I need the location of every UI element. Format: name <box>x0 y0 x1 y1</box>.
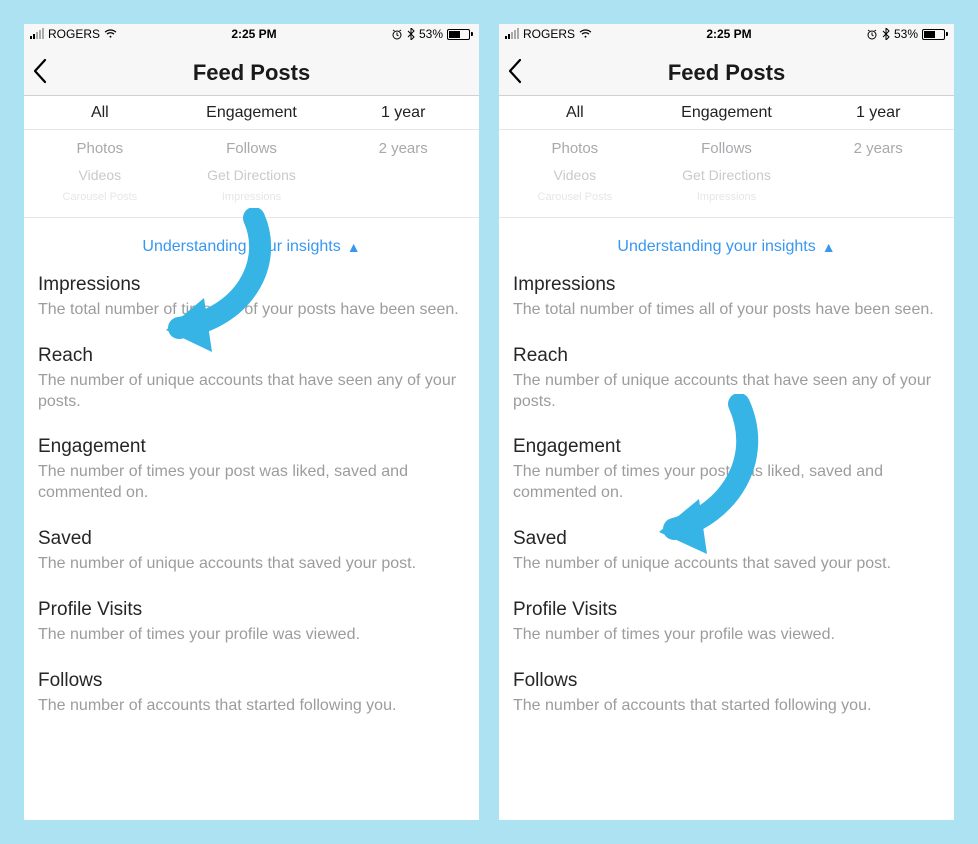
definition-title: Impressions <box>38 274 465 296</box>
clock-time: 2:25 PM <box>231 27 276 41</box>
filters-row[interactable]: All Engagement 1 year <box>499 96 954 130</box>
definition-desc: The number of times your profile was vie… <box>38 625 465 646</box>
definition-follows: Follows The number of accounts that star… <box>513 670 940 717</box>
definition-saved: Saved The number of unique accounts that… <box>513 528 940 575</box>
definition-title: Impressions <box>513 274 940 296</box>
battery-percent: 53% <box>419 27 443 41</box>
picker-option[interactable]: 2 years <box>327 140 479 157</box>
filter-type[interactable]: All <box>24 104 176 122</box>
page-title: Feed Posts <box>193 60 310 86</box>
definition-desc: The number of times your post was liked,… <box>38 462 465 504</box>
definition-desc: The number of unique accounts that saved… <box>38 554 465 575</box>
definition-title: Saved <box>513 528 940 550</box>
clock-time: 2:25 PM <box>706 27 751 41</box>
bluetooth-icon <box>882 28 890 40</box>
definition-desc: The total number of times all of your po… <box>38 300 465 321</box>
definition-engagement: Engagement The number of times your post… <box>38 436 465 504</box>
back-button[interactable] <box>32 58 48 84</box>
definition-title: Profile Visits <box>513 599 940 621</box>
picker-option[interactable]: Photos <box>24 140 176 157</box>
status-bar: ROGERS 2:25 PM 53% <box>499 24 954 44</box>
nav-header: Feed Posts <box>499 44 954 96</box>
definition-profile-visits: Profile Visits The number of times your … <box>38 599 465 646</box>
definition-title: Engagement <box>38 436 465 458</box>
definition-desc: The number of unique accounts that have … <box>38 371 465 413</box>
definition-title: Profile Visits <box>38 599 465 621</box>
definition-engagement: Engagement The number of times your post… <box>513 436 940 504</box>
battery-icon <box>447 29 473 40</box>
wifi-icon <box>579 29 592 39</box>
definition-impressions: Impressions The total number of times al… <box>513 274 940 321</box>
picker-option[interactable]: Videos <box>499 167 651 183</box>
picker-option[interactable]: 2 years <box>802 140 954 157</box>
phone-screenshot-left: ROGERS 2:25 PM 53% Feed Posts All Engage <box>24 24 479 820</box>
definition-desc: The number of accounts that started foll… <box>38 696 465 717</box>
picker-option[interactable]: Carousel Posts <box>499 191 651 203</box>
battery-icon <box>922 29 948 40</box>
back-button[interactable] <box>507 58 523 84</box>
alarm-icon <box>391 28 403 40</box>
definition-reach: Reach The number of unique accounts that… <box>38 345 465 413</box>
definition-title: Reach <box>38 345 465 367</box>
picker-option[interactable]: Photos <box>499 140 651 157</box>
insights-link-label: Understanding your insights <box>142 238 340 256</box>
definition-desc: The number of times your post was liked,… <box>513 462 940 504</box>
picker-option[interactable]: Impressions <box>176 191 328 203</box>
definition-reach: Reach The number of unique accounts that… <box>513 345 940 413</box>
phone-screenshot-right: ROGERS 2:25 PM 53% Feed Posts All Engage <box>499 24 954 820</box>
picker-option[interactable]: Impressions <box>651 191 803 203</box>
carrier-label: ROGERS <box>48 27 100 41</box>
picker-option[interactable]: Carousel Posts <box>24 191 176 203</box>
picker-option[interactable]: Get Directions <box>176 167 328 183</box>
filter-metric[interactable]: Engagement <box>651 104 803 122</box>
picker-option[interactable]: Videos <box>24 167 176 183</box>
signal-icon <box>30 29 44 39</box>
definition-desc: The number of times your profile was vie… <box>513 625 940 646</box>
definition-desc: The total number of times all of your po… <box>513 300 940 321</box>
bluetooth-icon <box>407 28 415 40</box>
filters-row[interactable]: All Engagement 1 year <box>24 96 479 130</box>
picker-option[interactable]: Get Directions <box>651 167 803 183</box>
filter-period[interactable]: 1 year <box>802 104 954 122</box>
filter-type[interactable]: All <box>499 104 651 122</box>
definition-title: Engagement <box>513 436 940 458</box>
picker-wheel[interactable]: Photos Videos Carousel Posts Follows Get… <box>499 130 954 218</box>
definition-profile-visits: Profile Visits The number of times your … <box>513 599 940 646</box>
chevron-up-icon: ▲ <box>347 239 361 255</box>
picker-wheel[interactable]: Photos Videos Carousel Posts Follows Get… <box>24 130 479 218</box>
definition-title: Follows <box>38 670 465 692</box>
understanding-insights-button[interactable]: Understanding your insights ▲ <box>499 218 954 274</box>
definition-desc: The number of unique accounts that have … <box>513 371 940 413</box>
chevron-up-icon: ▲ <box>822 239 836 255</box>
filter-metric[interactable]: Engagement <box>176 104 328 122</box>
definition-title: Follows <box>513 670 940 692</box>
signal-icon <box>505 29 519 39</box>
carrier-label: ROGERS <box>523 27 575 41</box>
definition-title: Saved <box>38 528 465 550</box>
picker-option[interactable]: Follows <box>651 140 803 157</box>
battery-percent: 53% <box>894 27 918 41</box>
insights-link-label: Understanding your insights <box>617 238 815 256</box>
nav-header: Feed Posts <box>24 44 479 96</box>
definition-saved: Saved The number of unique accounts that… <box>38 528 465 575</box>
definition-title: Reach <box>513 345 940 367</box>
understanding-insights-button[interactable]: Understanding your insights ▲ <box>24 218 479 274</box>
wifi-icon <box>104 29 117 39</box>
page-title: Feed Posts <box>668 60 785 86</box>
filter-period[interactable]: 1 year <box>327 104 479 122</box>
definition-desc: The number of unique accounts that saved… <box>513 554 940 575</box>
status-bar: ROGERS 2:25 PM 53% <box>24 24 479 44</box>
definition-desc: The number of accounts that started foll… <box>513 696 940 717</box>
definition-impressions: Impressions The total number of times al… <box>38 274 465 321</box>
picker-option[interactable]: Follows <box>176 140 328 157</box>
definition-follows: Follows The number of accounts that star… <box>38 670 465 717</box>
alarm-icon <box>866 28 878 40</box>
